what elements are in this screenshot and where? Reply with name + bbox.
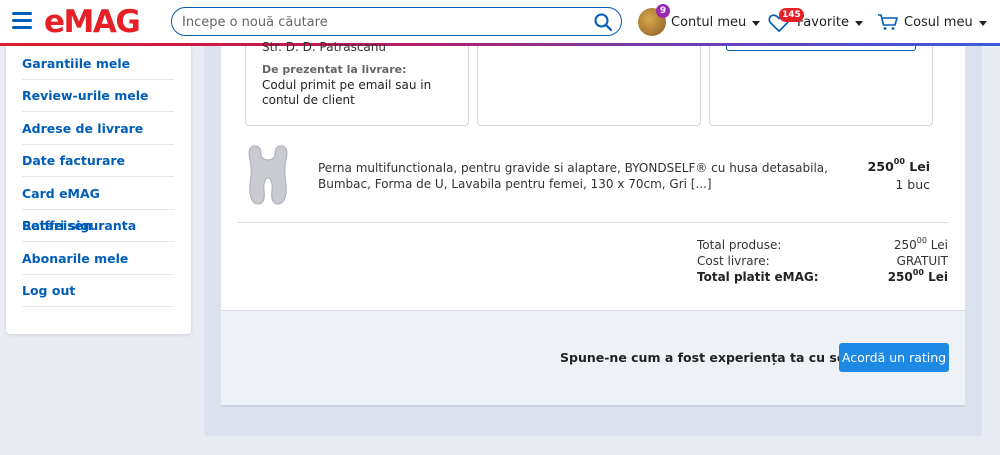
shipping-label: Cost livrare: [697,254,770,268]
total-paid-value: 25000 Lei [887,268,948,284]
total-paid-cents: 00 [912,268,924,277]
total-products-cents: 00 [916,236,927,245]
total-products-value: 25000 Lei [893,236,948,252]
delivery-address: Str. D. D. Patrascanu [262,40,386,54]
product-image[interactable] [245,142,291,208]
product-price: 25000 Lei [867,157,930,174]
cart-icon[interactable] [877,13,899,31]
account-sidebar: Garantiile mele Review-urile mele Adrese… [6,46,191,334]
give-rating-button[interactable]: Acordă un rating [839,343,949,372]
total-paid-label: Total platit eMAG: [697,270,819,284]
present-label: De prezentat la livrare: [262,63,407,76]
account-label[interactable]: Contul meu [671,15,746,30]
present-text: Codul primit pe email sau in contul de c… [262,78,432,107]
total-paid-main: 250 [887,270,913,284]
card-bottom-edge [221,405,965,407]
search-icon[interactable] [593,12,613,32]
sidebar-item-logout[interactable]: Log out [22,275,174,307]
payment-box [709,46,933,126]
emag-logo[interactable]: eMAG [44,4,141,40]
product-quantity: 1 buc [895,177,930,192]
search-input[interactable] [182,12,582,32]
top-header: eMAG 9 Contul meu 145 Favorite Cosul m [0,0,1000,44]
sidebar-item-review-uri[interactable]: Review-urile mele [22,80,174,112]
total-products-main: 250 [893,238,917,252]
menu-icon[interactable] [12,12,32,30]
price-currency: Lei [909,159,930,174]
total-products-label: Total produse: [697,238,782,252]
box-action-button[interactable] [726,46,916,51]
total-products-currency: Lei [930,238,948,252]
cart-menu[interactable]: Cosul meu [877,9,987,35]
chevron-down-icon [978,20,987,26]
sidebar-item-setari-siguranta[interactable]: Setari siguranta [22,210,174,242]
sidebar-item-garantii[interactable]: Garantiile mele [22,48,174,80]
shipping-value: GRATUIT [896,254,948,268]
heart-icon[interactable]: 145 [768,8,804,33]
account-badge: 9 [656,4,670,18]
chevron-down-icon [752,20,761,26]
favorites-label[interactable]: Favorite [797,15,849,30]
total-paid-currency: Lei [928,270,948,284]
favorites-menu[interactable]: 145 Favorite [768,8,863,35]
sidebar-item-date-facturare[interactable]: Date facturare [22,145,174,177]
account-menu[interactable]: 9 Contul meu [638,4,761,37]
search-bar [171,7,622,36]
divider [237,222,949,223]
info-box [477,46,701,126]
chevron-down-icon [854,20,863,26]
avatar[interactable]: 9 [638,4,670,36]
sidebar-item-abonari[interactable]: Abonarile mele [22,243,174,275]
sidebar-item-card-emag[interactable]: Card eMAG Raiffeisen [22,178,174,233]
price-main: 250 [867,159,894,174]
sidebar-item-adrese[interactable]: Adrese de livrare [22,113,174,145]
cart-label[interactable]: Cosul meu [904,15,973,30]
product-name[interactable]: Perna multifunctionala, pentru gravide s… [318,160,833,192]
favorites-badge: 145 [779,8,804,22]
price-cents: 00 [893,157,905,166]
